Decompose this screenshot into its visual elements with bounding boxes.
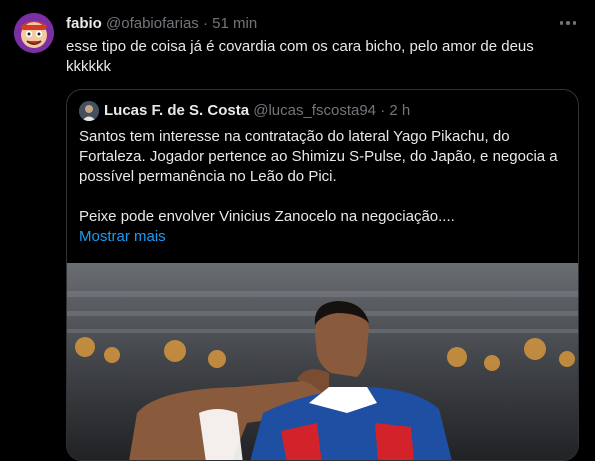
- quoted-time: 2 h: [389, 102, 411, 119]
- quoted-author-name: Lucas F. de S. Costa: [104, 102, 250, 119]
- quoted-separator-dot: ·: [380, 102, 386, 119]
- photo-image: [67, 263, 578, 460]
- tweet-article[interactable]: fabio @ofabiofarias · 51 min esse tipo d…: [0, 0, 595, 461]
- author-avatar[interactable]: [14, 13, 54, 53]
- avatar-image: [14, 13, 54, 53]
- quoted-author-handle: @lucas_fscosta94: [253, 102, 377, 119]
- quoted-paragraph-2: Peixe pode envolver Vinicius Zanocelo na…: [79, 208, 455, 225]
- more-horizontal-icon: [559, 21, 564, 25]
- author-handle[interactable]: @ofabiofarias: [106, 15, 199, 32]
- quoted-text: Santos tem interesse na contratação do l…: [79, 127, 569, 227]
- tweet-text: esse tipo de coisa já é covardia com os …: [66, 38, 534, 75]
- quoted-avatar-image: [79, 101, 99, 121]
- tweet-time[interactable]: 51 min: [212, 15, 257, 32]
- author-name[interactable]: fabio: [66, 15, 102, 32]
- separator-dot: ·: [202, 15, 208, 32]
- quoted-author-avatar: [79, 101, 99, 121]
- quoted-tweet[interactable]: Lucas F. de S. Costa @lucas_fscosta94 · …: [66, 89, 579, 461]
- quoted-header: Lucas F. de S. Costa @lucas_fscosta94 · …: [104, 101, 410, 121]
- quoted-media-photo[interactable]: [67, 263, 578, 460]
- show-more-link[interactable]: Mostrar mais: [79, 227, 166, 247]
- tweet-header: fabio @ofabiofarias · 51 min: [66, 14, 257, 34]
- more-options-button[interactable]: [556, 13, 580, 33]
- quoted-paragraph-1: Santos tem interesse na contratação do l…: [79, 128, 558, 185]
